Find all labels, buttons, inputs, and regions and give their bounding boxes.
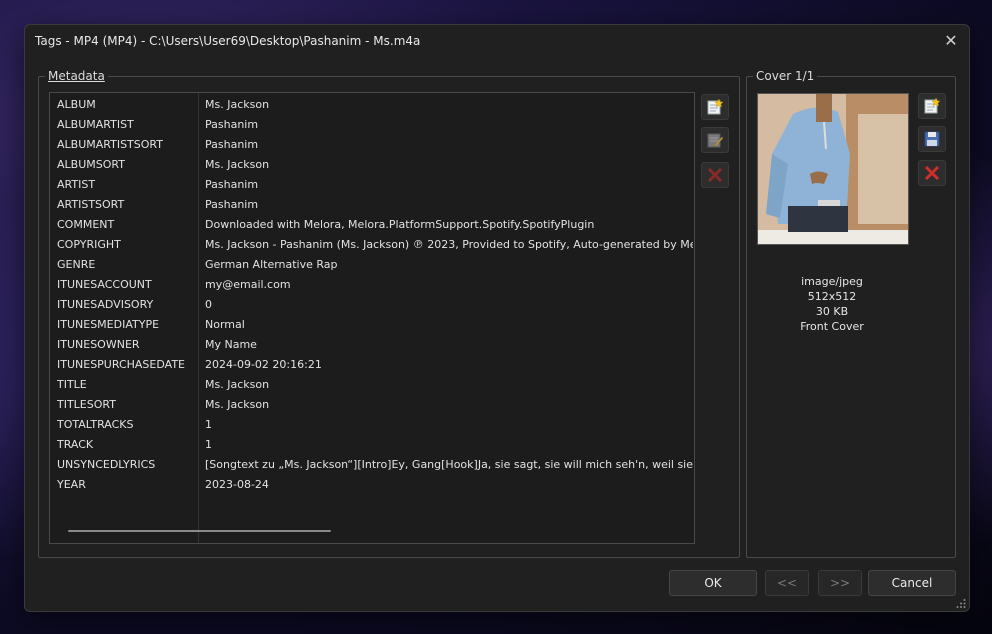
ok-button[interactable]: OK [669,570,757,596]
tag-value-cell[interactable]: Normal [205,315,693,335]
tag-value-cell[interactable]: Pashanim [205,175,693,195]
table-row[interactable]: ALBUMSORT Ms. Jackson [50,155,694,175]
cover-group: Cover 1/1 image/jpeg 512x512 30 KB Front… [746,69,956,558]
tag-value-cell[interactable]: Ms. Jackson [205,95,693,115]
tag-name-cell: ARTISTSORT [57,198,125,211]
edit-tag-button[interactable] [701,127,729,153]
tag-name-cell: TOTALTRACKS [57,418,134,431]
table-row[interactable]: ITUNESADVISORY 0 [50,295,694,315]
tag-value-cell[interactable]: Ms. Jackson [205,395,693,415]
tag-name-cell: ITUNESADVISORY [57,298,154,311]
tag-name-cell: YEAR [57,478,86,491]
tag-value-cell[interactable]: [Songtext zu „Ms. Jackson“][Intro]Ey, Ga… [205,455,693,475]
table-row[interactable]: TITLESORT Ms. Jackson [50,395,694,415]
table-row[interactable]: COPYRIGHT Ms. Jackson - Pashanim (Ms. Jac… [50,235,694,255]
tag-name-cell: TRACK [57,438,94,451]
save-cover-icon [924,131,940,147]
close-icon[interactable]: ✕ [939,31,963,51]
table-row[interactable]: TRACK 1 [50,435,694,455]
table-row[interactable]: TITLE Ms. Jackson [50,375,694,395]
tag-value-cell[interactable]: My Name [205,335,693,355]
add-cover-button[interactable] [918,93,946,119]
table-row[interactable]: ITUNESPURCHASEDATE 2024-09-02 20:16:21 [50,355,694,375]
delete-tag-icon [707,167,723,183]
cover-group-label: Cover 1/1 [753,69,818,83]
tag-value-cell[interactable]: German Alternative Rap [205,255,693,275]
previous-button[interactable]: << [765,570,809,596]
tag-name-cell: ARTIST [57,178,96,191]
dialog-title: Tags - MP4 (MP4) - C:\Users\User69\Deskt… [35,34,421,48]
table-row[interactable]: ALBUMARTISTSORT Pashanim [50,135,694,155]
title-bar: Tags - MP4 (MP4) - C:\Users\User69\Deskt… [25,25,969,57]
add-cover-icon [924,97,941,114]
tag-name-cell: ITUNESMEDIATYPE [57,318,160,331]
cover-type: Front Cover [800,320,864,333]
tag-name-cell: ITUNESACCOUNT [57,278,152,291]
tag-value-cell[interactable]: Ms. Jackson [205,155,693,175]
tag-value-cell[interactable]: 0 [205,295,693,315]
tag-name-cell: ALBUMARTISTSORT [57,138,163,151]
table-row[interactable]: ALBUMARTIST Pashanim [50,115,694,135]
cover-image[interactable] [757,93,909,245]
tag-value-cell[interactable]: Pashanim [205,135,693,155]
tag-value-cell[interactable]: Ms. Jackson - Pashanim (Ms. Jackson) ℗ 2… [205,235,693,255]
table-row[interactable]: TOTALTRACKS 1 [50,415,694,435]
table-row[interactable]: ALBUM Ms. Jackson [50,95,694,115]
horizontal-scrollbar[interactable] [68,530,331,532]
tag-value-cell[interactable]: Pashanim [205,195,693,215]
table-row[interactable]: ARTISTSORT Pashanim [50,195,694,215]
tag-name-cell: COMMENT [57,218,115,231]
tag-name-cell: ALBUM [57,98,96,111]
table-row[interactable]: YEAR 2023-08-24 [50,475,694,495]
metadata-group-label: Metadata [45,69,108,83]
metadata-group: Metadata ALBUM Ms. Jackson ALBUMARTIST Pash… [38,69,740,558]
tag-value-cell[interactable]: my@email.com [205,275,693,295]
table-row[interactable]: GENRE German Alternative Rap [50,255,694,275]
cancel-button[interactable]: Cancel [868,570,956,596]
delete-cover-button[interactable] [918,160,946,186]
table-row[interactable]: UNSYNCEDLYRICS [Songtext zu „Ms. Jackson“… [50,455,694,475]
tag-name-cell: ITUNESPURCHASEDATE [57,358,185,371]
tag-value-cell[interactable]: Pashanim [205,115,693,135]
tag-name-cell: UNSYNCEDLYRICS [57,458,156,471]
tag-value-cell[interactable]: 2024-09-02 20:16:21 [205,355,693,375]
cover-mime: image/jpeg [801,275,863,288]
tag-name-cell: GENRE [57,258,96,271]
tag-name-cell: TITLESORT [57,398,116,411]
table-row[interactable]: ARTIST Pashanim [50,175,694,195]
cover-dimensions: 512x512 [807,290,857,303]
edit-tag-icon [707,133,724,148]
table-row[interactable]: COMMENT Downloaded with Melora, Melora.Pl… [50,215,694,235]
cover-photo [758,94,908,244]
table-row[interactable]: ITUNESACCOUNT my@email.com [50,275,694,295]
tag-name-cell: TITLE [57,378,87,391]
tags-dialog: Tags - MP4 (MP4) - C:\Users\User69\Deskt… [24,24,970,612]
next-button[interactable]: >> [818,570,862,596]
save-cover-button[interactable] [918,126,946,152]
tag-name-cell: ALBUMSORT [57,158,125,171]
add-tag-icon [707,98,724,115]
resize-grip-icon[interactable] [956,598,966,608]
metadata-table[interactable]: ALBUM Ms. Jackson ALBUMARTIST Pashanim ALBUM… [49,92,695,544]
tag-value-cell[interactable]: Downloaded with Melora, Melora.PlatformS… [205,215,693,235]
tag-value-cell[interactable]: 2023-08-24 [205,475,693,495]
tag-value-cell[interactable]: 1 [205,435,693,455]
delete-cover-icon [924,165,940,181]
tag-value-cell[interactable]: 1 [205,415,693,435]
tag-value-cell[interactable]: Ms. Jackson [205,375,693,395]
tag-name-cell: ALBUMARTIST [57,118,134,131]
tag-name-cell: COPYRIGHT [57,238,121,251]
table-row[interactable]: ITUNESMEDIATYPE Normal [50,315,694,335]
cover-size: 30 KB [815,305,849,318]
tag-name-cell: ITUNESOWNER [57,338,140,351]
delete-tag-button[interactable] [701,162,729,188]
add-tag-button[interactable] [701,94,729,120]
table-row[interactable]: ITUNESOWNER My Name [50,335,694,355]
